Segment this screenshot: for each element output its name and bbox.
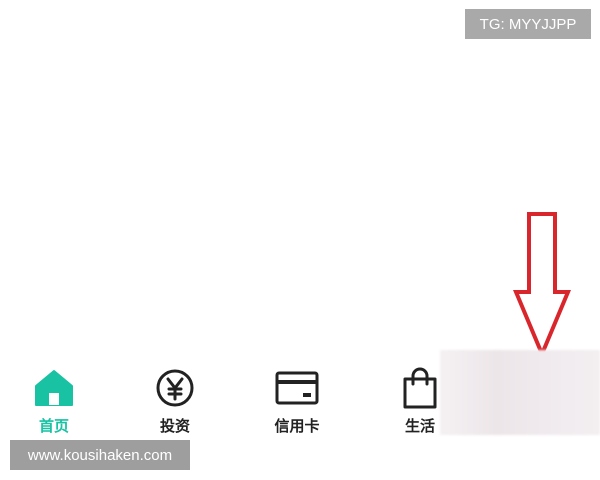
shopping-bag-icon [397, 367, 443, 409]
tab-home[interactable]: 首页 [14, 367, 94, 437]
app-screen: TG: MYYJJPP 首页 投资 信用卡 生活 www.kousihaken.… [0, 0, 600, 480]
tab-invest-label: 投资 [159, 417, 190, 435]
tab-credit-card[interactable]: 信用卡 [257, 367, 337, 437]
blurred-tab-area[interactable] [440, 350, 600, 435]
watermark-bottom: www.kousihaken.com [10, 440, 190, 470]
tab-life-label: 生活 [404, 417, 435, 435]
tab-invest[interactable]: 投资 [135, 367, 215, 437]
red-arrow-annotation [512, 212, 572, 357]
home-icon [31, 367, 77, 409]
credit-card-icon [274, 367, 320, 409]
watermark-top: TG: MYYJJPP [465, 9, 591, 39]
yen-coin-icon [152, 367, 198, 409]
tab-home-label: 首页 [38, 417, 69, 435]
tab-credit-card-label: 信用卡 [274, 417, 320, 435]
